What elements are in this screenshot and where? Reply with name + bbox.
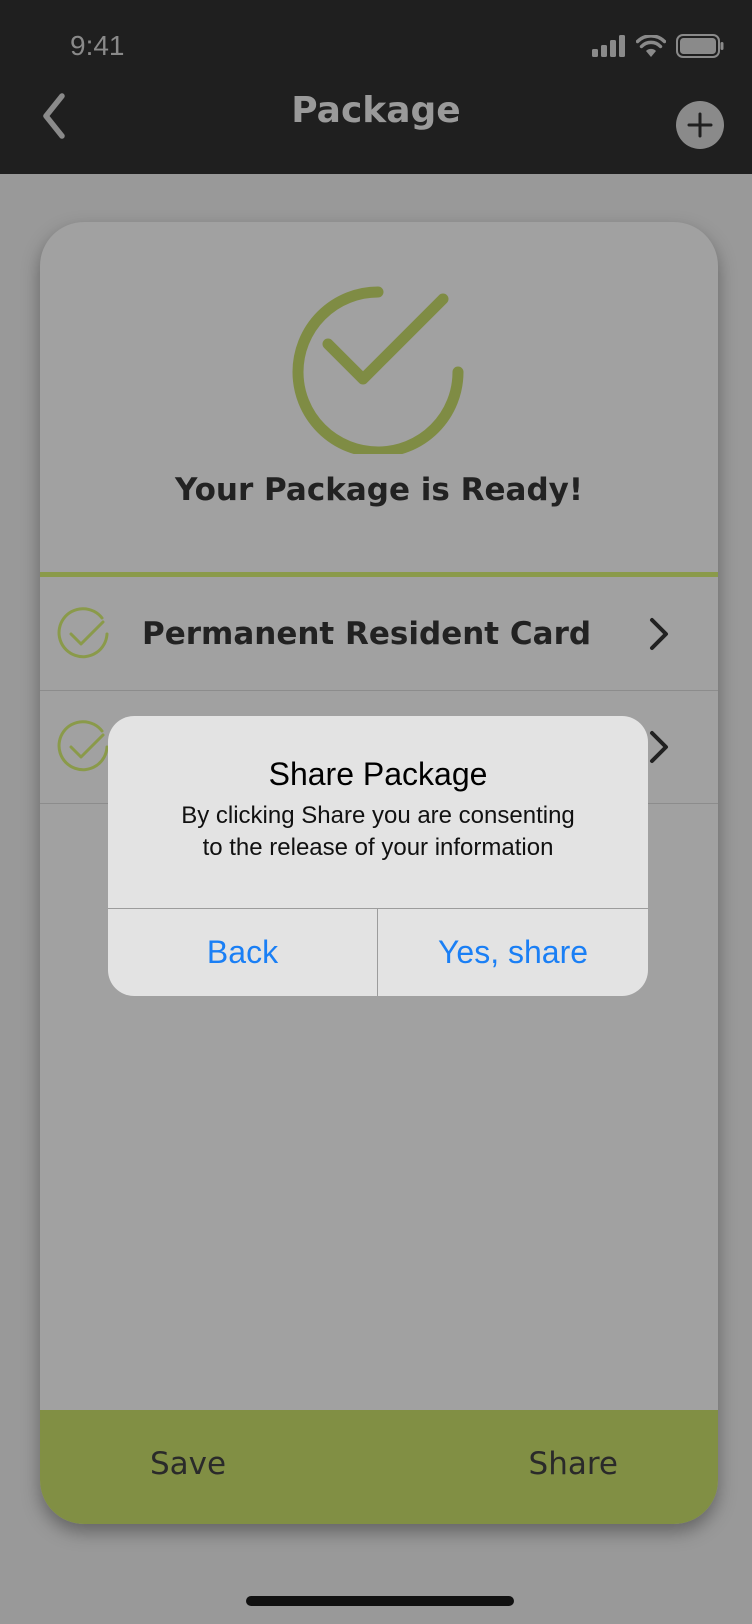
alert-title: Share Package	[268, 756, 488, 792]
chevron-right-icon	[650, 731, 668, 763]
battery-icon	[676, 34, 724, 58]
top-bar: 9:41 Package	[0, 0, 752, 174]
accent-divider	[40, 572, 718, 577]
signal-icon	[592, 35, 625, 57]
success-check-circle-icon	[292, 286, 464, 454]
alert-back-button[interactable]: Back	[108, 908, 377, 996]
document-label: Permanent Resident Card	[142, 616, 592, 652]
save-button[interactable]: Save	[150, 1446, 226, 1482]
alert-message: By clicking Share you are consenting to …	[138, 800, 618, 864]
alert-message-line: to the release of your information	[202, 834, 554, 861]
plus-icon	[687, 112, 713, 138]
check-circle-icon	[57, 607, 109, 659]
wifi-icon	[636, 35, 666, 57]
status-icons	[592, 34, 724, 58]
bottom-action-bar: Save Share	[40, 1410, 718, 1524]
alert-confirm-share-button[interactable]: Yes, share	[378, 908, 648, 996]
share-button[interactable]: Share	[529, 1446, 618, 1482]
add-button[interactable]	[676, 101, 724, 149]
chevron-right-icon	[650, 618, 668, 650]
share-alert-dialog: Share Package By clicking Share you are …	[108, 716, 648, 996]
status-time: 9:41	[70, 30, 125, 61]
package-screen: 9:41 Package Your Package is Ready! Perm…	[0, 0, 752, 1624]
check-circle-icon	[57, 720, 109, 772]
ready-headline: Your Package is Ready!	[175, 472, 583, 508]
home-indicator[interactable]	[246, 1596, 514, 1606]
document-row[interactable]: Permanent Resident Card	[40, 578, 718, 691]
page-title: Package	[291, 90, 461, 131]
alert-message-line: By clicking Share you are consenting	[181, 802, 575, 829]
